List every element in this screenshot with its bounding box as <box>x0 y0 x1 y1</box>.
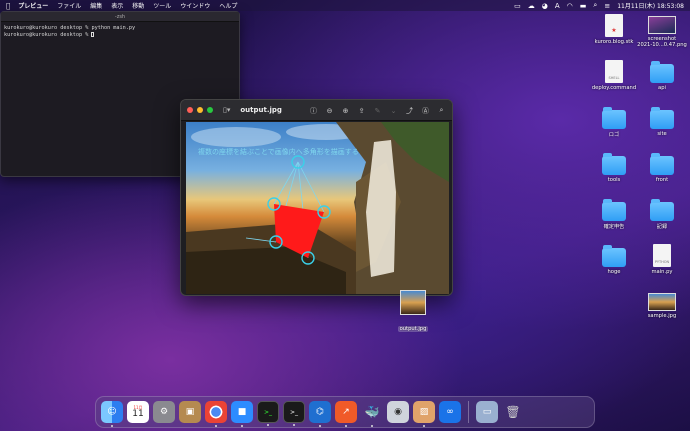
menu-window[interactable]: ウインドウ <box>180 1 210 10</box>
folder-icon <box>602 153 626 175</box>
overlay-text: 複数の座標を結ぶことで画像内へ多角形を描画する <box>198 147 359 156</box>
preview-window[interactable]: ▯▾ output.jpg ⓘ ⊖ ⊕ ⇪ ✎ ⌄ ⤴ Ⓐ ⌕ 複数の座標を結ぶ… <box>180 99 453 296</box>
control-center-icon[interactable]: ≡ <box>604 2 610 10</box>
dock: ☺ 11月 11 ⚙ ▣ ■ >_ >_ ⌬ ↗ 🐳 ◉ ▨ ∞ ▭ 🗑 <box>95 396 595 428</box>
menu-tools[interactable]: ツール <box>153 1 171 10</box>
stats-app-icon[interactable]: ↗ <box>335 401 357 427</box>
folder-icon <box>650 61 674 83</box>
desktop-icon-screenshot[interactable]: screenshot 2021-10...0.47.png <box>634 16 690 48</box>
image-thumbnail-icon <box>648 16 676 34</box>
wifi-icon[interactable]: ◠ <box>567 2 573 10</box>
desktop-icon-front[interactable]: front <box>634 153 690 183</box>
terminal-icon[interactable]: >_ <box>257 401 279 426</box>
input-a-icon[interactable]: A <box>555 2 560 10</box>
menu-bar:  プレビュー ファイル 編集 表示 移動 ツール ウインドウ ヘルプ ▭ ☁ … <box>0 0 690 11</box>
menubar-clock[interactable]: 11月11日(木) 18:53:08 <box>617 1 684 10</box>
image-canvas: 複数の座標を結ぶことで画像内へ多角形を描画する <box>186 122 449 294</box>
preview-icon[interactable]: ▨ <box>413 401 435 427</box>
zoom-button[interactable] <box>207 107 213 113</box>
terminal-line: kurokuro@kurokuro desktop % <box>4 32 92 38</box>
calendar-icon[interactable]: 11月 11 <box>127 401 149 423</box>
screen-icon[interactable]: ▭ <box>514 2 521 10</box>
desktop-icon-output-jpg[interactable]: output.jpg <box>385 290 441 334</box>
zoom-in-icon[interactable]: ⊕ <box>341 106 350 115</box>
desktop-icon-main-py[interactable]: PYTHON main.py <box>634 244 690 275</box>
desktop-icon-sample-jpg[interactable]: sample.jpg <box>634 293 690 319</box>
cloud-icon[interactable]: ☁ <box>528 2 535 10</box>
menu-help[interactable]: ヘルプ <box>219 1 237 10</box>
terminal-cursor <box>91 32 95 37</box>
folder-icon <box>602 245 626 267</box>
terminal-line: kurokuro@kurokuro desktop % python main.… <box>4 25 136 31</box>
sidebar-toggle-icon[interactable]: ▯▾ <box>223 106 230 114</box>
share-icon[interactable]: ⇪ <box>357 106 366 115</box>
folder-icon <box>602 107 626 129</box>
desktop-icon-records[interactable]: 記録 <box>634 199 690 230</box>
image-thumbnail-icon <box>400 290 426 315</box>
terminal-title: -zsh <box>1 12 239 22</box>
annotate-icon[interactable]: Ⓐ <box>421 106 430 115</box>
shell-file-icon: SHELL <box>605 60 623 83</box>
battery-icon[interactable]: ▬ <box>580 2 587 10</box>
folder-icon <box>650 153 674 175</box>
desktop-thumbnail-icon[interactable]: ▭ <box>476 401 498 423</box>
trash-icon[interactable]: 🗑 <box>502 401 524 423</box>
zoom-icon[interactable]: ■ <box>231 401 253 427</box>
preview-toolbar: ▯▾ output.jpg ⓘ ⊖ ⊕ ⇪ ✎ ⌄ ⤴ Ⓐ ⌕ <box>181 100 452 121</box>
image-thumbnail-icon <box>648 293 676 311</box>
zoom-out-icon[interactable]: ⊖ <box>325 106 334 115</box>
info-icon[interactable]: ⓘ <box>309 106 318 115</box>
file-icon: ★ <box>605 14 623 37</box>
minimize-button[interactable] <box>197 107 203 113</box>
system-preferences-icon[interactable]: ⚙ <box>153 401 175 423</box>
desktop-icon-api[interactable]: api <box>634 61 690 91</box>
menu-app-name[interactable]: プレビュー <box>18 1 48 10</box>
folder-icon <box>602 199 626 221</box>
screen-capture-icon[interactable]: ◉ <box>387 401 409 423</box>
menu-edit[interactable]: 編集 <box>90 1 102 10</box>
menu-file[interactable]: ファイル <box>57 1 81 10</box>
menu-view[interactable]: 表示 <box>111 1 123 10</box>
contacts-icon[interactable]: ▣ <box>179 401 201 423</box>
chrome-icon[interactable] <box>205 401 227 427</box>
folder-icon <box>650 199 674 221</box>
search-icon[interactable]: ⌕ <box>593 1 597 10</box>
user-icon[interactable]: ◕ <box>542 2 548 10</box>
menu-go[interactable]: 移動 <box>132 1 144 10</box>
rotate-icon[interactable]: ⤴ <box>405 106 414 115</box>
docker-icon[interactable]: 🐳 <box>361 401 383 427</box>
document-title: output.jpg <box>240 106 282 114</box>
vscode-icon[interactable]: ⌬ <box>309 401 331 427</box>
markup-icon[interactable]: ✎ <box>373 106 382 115</box>
python-file-icon: PYTHON <box>653 244 671 267</box>
terminal-icon[interactable]: >_ <box>283 401 305 426</box>
output-image: 複数の座標を結ぶことで画像内へ多角形を描画する <box>186 122 449 294</box>
close-button[interactable] <box>187 107 193 113</box>
search-icon[interactable]: ⌕ <box>437 106 446 115</box>
finder-icon[interactable]: ☺ <box>101 401 123 427</box>
chevron-down-icon[interactable]: ⌄ <box>389 106 398 115</box>
apple-menu-icon[interactable]:  <box>6 2 10 10</box>
infinity-icon[interactable]: ∞ <box>439 401 461 423</box>
desktop-icon-site[interactable]: site <box>634 107 690 137</box>
dock-separator <box>468 401 469 423</box>
folder-icon <box>650 107 674 129</box>
